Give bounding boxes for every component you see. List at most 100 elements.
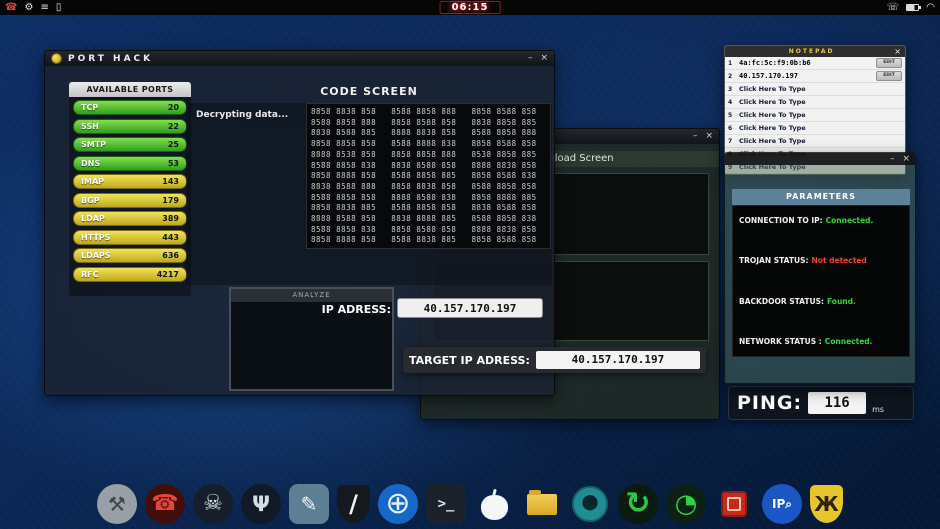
dock-notes-icon[interactable]: ✎ xyxy=(289,484,329,524)
row-text: 40.157.170.197 xyxy=(739,72,872,80)
code-screen-title: CODE SCREEN xyxy=(186,85,552,98)
globe-icon-glyph: ⊕ xyxy=(385,489,410,519)
dock-skull-icon[interactable]: ☠ xyxy=(193,484,233,524)
port-row-ldap[interactable]: LDAP389 xyxy=(73,211,187,226)
port-row-https[interactable]: HTTPS443 xyxy=(73,230,187,245)
close-button[interactable]: × xyxy=(705,129,713,144)
close-button[interactable]: × xyxy=(540,51,548,66)
port-name: HTTPS xyxy=(81,233,110,242)
dock-lockpicks-icon[interactable]: ⚒ xyxy=(97,484,137,524)
notepad-row-2[interactable]: 2 40.157.170.197 EDIT xyxy=(725,70,905,83)
dock-shield-icon[interactable]: ∕ xyxy=(337,485,370,523)
parameter-entry: BACKDOOR STATUS:Found. xyxy=(739,297,903,306)
dock-call-recycle-icon[interactable]: ↻ xyxy=(618,484,658,524)
parameters-header: PARAMETERS xyxy=(732,189,910,205)
edit-button[interactable]: EDIT xyxy=(876,71,902,81)
port-row-rfc[interactable]: RFC4217 xyxy=(73,267,187,282)
ip-address-field[interactable]: 40.157.170.197 xyxy=(397,298,543,318)
port-row-imap[interactable]: IMAP 143 xyxy=(73,174,187,189)
topbar-right-icons: ☏◠ xyxy=(887,0,935,15)
wifi-icon[interactable]: ◠ xyxy=(926,0,935,15)
parameter-entry: NETWORK STATUS :Connected. xyxy=(739,337,903,346)
dock-terminal-icon[interactable]: >_ xyxy=(426,484,466,524)
dock-gauge-icon[interactable]: ◔ xyxy=(666,484,706,524)
parameter-label: CONNECTION TO IP: xyxy=(739,216,823,225)
phone-alert-icon[interactable]: ☎ xyxy=(5,0,17,15)
target-ip-bar: TARGET IP ADRESS: 40.157.170.197 xyxy=(403,347,706,373)
app-dock: ⚒☎ ☠ Ψ✎∕ ⊕ >_ ↻ ◔ IP⌕ Ж xyxy=(0,481,940,527)
ping-unit: ms xyxy=(872,405,884,414)
parameter-entry: TROJAN STATUS:Not detected xyxy=(739,256,903,265)
ping-panel: PING: 116 ms xyxy=(728,386,914,420)
row-text: Click Here To Type xyxy=(739,85,902,93)
dock-folder-icon[interactable] xyxy=(522,484,562,524)
row-number: 1 xyxy=(728,60,735,67)
close-button[interactable]: × xyxy=(894,47,901,56)
notepad-row-5[interactable]: 5Click Here To Type xyxy=(725,109,905,122)
close-button[interactable]: × xyxy=(902,152,910,167)
dock-apple-icon[interactable] xyxy=(474,484,514,524)
port-number: 22 xyxy=(168,122,179,131)
skull-icon-glyph: ☠ xyxy=(203,493,223,515)
row-text: Click Here To Type xyxy=(739,98,902,106)
minimize-button[interactable]: – xyxy=(693,129,698,144)
call-recycle-icon-glyph: ↻ xyxy=(625,489,650,519)
row-text: Click Here To Type xyxy=(739,124,902,132)
code-grid-box: 8858 8838 858 8588 8858 888 8858 8588 85… xyxy=(306,103,551,249)
code-grid: 8858 8838 858 8588 8858 888 8858 8588 85… xyxy=(311,107,546,246)
ports-list: TCP 20 SSH22 SMTP25 DNS53 IMAP 143 BGP179 LDAP38… xyxy=(69,97,191,296)
parameters-list: CONNECTION TO IP:Connected. TROJAN STATUS… xyxy=(732,205,910,357)
mobile-icon[interactable]: ▯ xyxy=(56,0,62,15)
dock-phone-icon[interactable]: ☎ xyxy=(145,484,185,524)
port-row-ldaps[interactable]: LDAPS636 xyxy=(73,248,187,263)
port-hack-logo-icon xyxy=(51,53,62,64)
port-hack-window: PORT HACK – × AVAILABLE PORTS TCP 20 SSH22… xyxy=(44,50,555,396)
gear-icon[interactable]: ⚙ xyxy=(24,0,33,15)
notepad-row-7[interactable]: 7Click Here To Type xyxy=(725,135,905,148)
dock-bug-shield-icon[interactable]: Ж xyxy=(810,485,843,523)
port-number: 636 xyxy=(162,251,179,260)
port-number: 143 xyxy=(162,177,179,186)
terminal-icon-glyph: >_ xyxy=(438,497,455,511)
target-ip-field[interactable]: 40.157.170.197 xyxy=(536,351,700,369)
dock-globe-icon[interactable]: ⊕ xyxy=(378,484,418,524)
notepad-row-1[interactable]: 1 4a:fc:5c:f9:0b:b6 EDIT xyxy=(725,57,905,70)
notepad-title: NOTEPAD xyxy=(729,48,894,55)
notepad-row-6[interactable]: 6Click Here To Type xyxy=(725,122,905,135)
port-row-ssh[interactable]: SSH22 xyxy=(73,119,187,134)
minimize-button[interactable]: – xyxy=(528,51,533,66)
row-text: 4a:fc:5c:f9:0b:b6 xyxy=(739,59,872,67)
port-name: IMAP xyxy=(81,177,104,186)
battery-icon[interactable] xyxy=(906,4,919,11)
decrypting-status: Decrypting data... xyxy=(196,110,288,120)
window-titlebar[interactable]: PORT HACK – × xyxy=(45,51,554,66)
dock-ip-lookup-icon[interactable]: IP⌕ xyxy=(762,484,802,524)
port-name: RFC xyxy=(81,270,99,279)
notepad-row-3[interactable]: 3Click Here To Type xyxy=(725,83,905,96)
dock-chip-icon[interactable] xyxy=(714,484,754,524)
dock-webcam-icon[interactable] xyxy=(570,484,610,524)
window-titlebar[interactable]: NOTEPAD × xyxy=(725,46,905,57)
port-name: TCP xyxy=(81,103,98,112)
parameter-entry: CONNECTION TO IP:Connected. xyxy=(739,216,903,225)
minimize-button[interactable]: – xyxy=(890,152,895,167)
ping-value: 116 xyxy=(808,392,866,414)
port-row-tcp[interactable]: TCP 20 xyxy=(73,100,187,115)
row-number: 2 xyxy=(728,73,735,80)
port-number: 20 xyxy=(168,103,179,112)
available-ports-header: AVAILABLE PORTS xyxy=(69,82,191,97)
port-number: 179 xyxy=(162,196,179,205)
call-status-icon[interactable]: ☏ xyxy=(887,0,900,15)
topbar-left-icons: ☎ ⚙ ≡ ▯ xyxy=(5,0,61,15)
port-row-bgp[interactable]: BGP179 xyxy=(73,193,187,208)
port-number: 25 xyxy=(168,140,179,149)
port-row-smtp[interactable]: SMTP25 xyxy=(73,137,187,152)
port-number: 389 xyxy=(162,214,179,223)
port-row-dns[interactable]: DNS53 xyxy=(73,156,187,171)
menu-icon[interactable]: ≡ xyxy=(40,0,48,15)
notepad-row-4[interactable]: 4Click Here To Type xyxy=(725,96,905,109)
ip-lookup-icon-glyph: IP⌕ xyxy=(772,498,792,510)
edit-button[interactable]: EDIT xyxy=(876,58,902,68)
dock-antenna-icon[interactable]: Ψ xyxy=(241,484,281,524)
window-titlebar[interactable]: – × xyxy=(725,153,915,165)
